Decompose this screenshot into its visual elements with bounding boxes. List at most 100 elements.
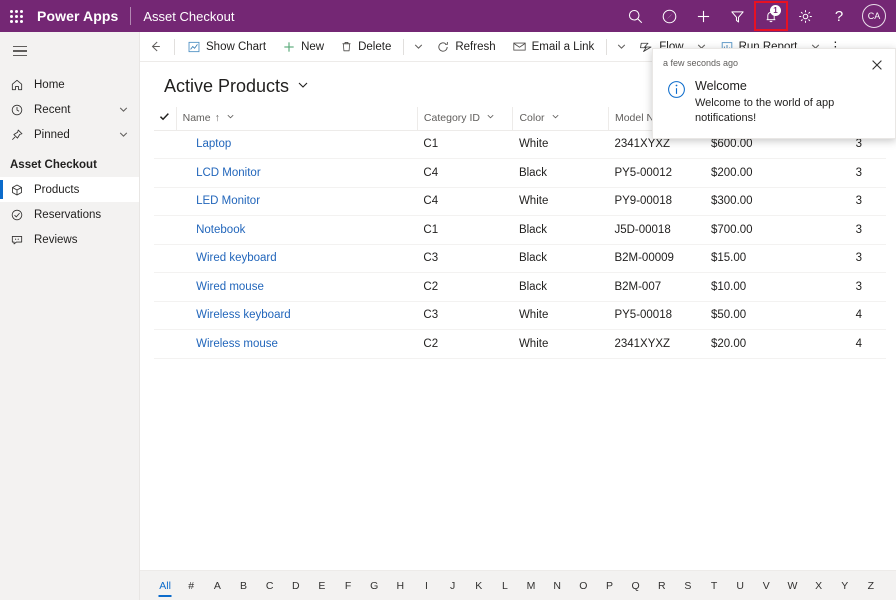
alpha-filter-l[interactable]: L xyxy=(492,578,518,594)
table-row[interactable]: LCD Monitor C4 Black PY5-00012 $200.00 3 xyxy=(154,158,886,188)
table-row[interactable]: LED Monitor C4 White PY9-00018 $300.00 3 xyxy=(154,187,886,216)
column-header-name[interactable]: Name ↑ xyxy=(175,107,418,131)
cell-model: PY9-00018 xyxy=(608,187,709,216)
cell-name[interactable]: LED Monitor xyxy=(176,187,418,216)
command-divider xyxy=(606,38,608,55)
new-button[interactable]: New xyxy=(274,32,332,61)
email-chevron-down-icon[interactable] xyxy=(611,32,631,61)
table-row[interactable]: Wireless mouse C2 White 2341XYXZ $20.00 4 xyxy=(154,329,886,359)
cell-name[interactable]: Wireless mouse xyxy=(176,329,418,359)
alpha-filter-i[interactable]: I xyxy=(413,578,439,594)
alpha-filter-r[interactable]: R xyxy=(649,578,675,594)
row-checkbox[interactable] xyxy=(154,215,177,245)
email-a-link-button[interactable]: Email a Link xyxy=(504,32,603,61)
column-header-category-id[interactable]: Category ID xyxy=(416,107,513,131)
alpha-filter-j[interactable]: J xyxy=(440,578,466,594)
search-icon[interactable] xyxy=(618,0,652,32)
record-link[interactable]: Wired keyboard xyxy=(196,252,277,264)
record-link[interactable]: LCD Monitor xyxy=(196,167,261,179)
row-checkbox[interactable] xyxy=(154,272,177,302)
cell-name[interactable]: LCD Monitor xyxy=(176,158,418,188)
alpha-filter-f[interactable]: F xyxy=(335,578,361,594)
chevron-down-icon[interactable] xyxy=(118,104,129,115)
alpha-filter-u[interactable]: U xyxy=(727,578,753,594)
record-link[interactable]: LED Monitor xyxy=(196,195,260,207)
cell-name[interactable]: Wired keyboard xyxy=(176,244,418,273)
record-link[interactable]: Wireless keyboard xyxy=(196,309,291,321)
alpha-filter-hash[interactable]: # xyxy=(178,578,204,594)
alpha-filter-k[interactable]: K xyxy=(466,578,492,594)
chevron-down-icon[interactable] xyxy=(226,112,235,124)
alpha-filter-t[interactable]: T xyxy=(701,578,727,594)
alpha-filter-y[interactable]: Y xyxy=(832,578,858,594)
record-link[interactable]: Laptop xyxy=(196,138,231,150)
cell-name[interactable]: Wired mouse xyxy=(176,272,418,302)
table-row[interactable]: Wired keyboard C3 Black B2M-00009 $15.00 3 xyxy=(154,244,886,273)
table-row[interactable]: Wireless keyboard C3 White PY5-00018 $50.00 4 xyxy=(154,301,886,330)
alpha-filter-x[interactable]: X xyxy=(806,578,832,594)
plus-icon[interactable] xyxy=(686,0,720,32)
sidebar-item-pinned[interactable]: Pinned xyxy=(0,122,139,147)
delete-chevron-down-icon[interactable] xyxy=(408,32,428,61)
alpha-filter-a[interactable]: A xyxy=(204,578,230,594)
refresh-button[interactable]: Refresh xyxy=(428,32,503,61)
sidebar: Home Recent Pinned Asset Checkout Produc… xyxy=(0,32,140,600)
cell-name[interactable]: Notebook xyxy=(176,215,418,245)
filter-icon[interactable] xyxy=(720,0,754,32)
alpha-filter-d[interactable]: D xyxy=(283,578,309,594)
row-checkbox[interactable] xyxy=(154,301,177,330)
chevron-down-icon[interactable] xyxy=(297,78,309,96)
notifications-bell-icon[interactable]: 1 xyxy=(754,1,788,31)
cell-name[interactable]: Laptop xyxy=(176,130,418,159)
chevron-down-icon[interactable] xyxy=(486,112,495,124)
alpha-filter-c[interactable]: C xyxy=(257,578,283,594)
gear-icon[interactable] xyxy=(788,0,822,32)
close-icon[interactable] xyxy=(869,57,885,73)
alpha-filter-p[interactable]: P xyxy=(596,578,622,594)
row-checkbox[interactable] xyxy=(154,187,177,216)
box-icon xyxy=(10,183,30,197)
cell-name[interactable]: Wireless keyboard xyxy=(176,301,418,330)
table-row[interactable]: Notebook C1 Black J5D-00018 $700.00 3 xyxy=(154,215,886,245)
sidebar-item-products[interactable]: Products xyxy=(0,177,139,202)
delete-button[interactable]: Delete xyxy=(332,32,399,61)
sidebar-item-reviews[interactable]: Reviews xyxy=(0,227,139,252)
record-link[interactable]: Notebook xyxy=(196,224,245,236)
alpha-filter-g[interactable]: G xyxy=(361,578,387,594)
record-link[interactable]: Wireless mouse xyxy=(196,338,278,350)
row-checkbox[interactable] xyxy=(154,158,177,188)
back-arrow-icon[interactable] xyxy=(140,32,170,61)
row-checkbox[interactable] xyxy=(154,244,177,273)
sidebar-item-reservations[interactable]: Reservations xyxy=(0,202,139,227)
sidebar-collapse-icon[interactable] xyxy=(0,36,40,66)
alpha-filter-m[interactable]: M xyxy=(518,578,544,594)
sidebar-item-recent[interactable]: Recent xyxy=(0,97,139,122)
help-icon[interactable]: ? xyxy=(822,0,856,32)
alpha-filter-q[interactable]: Q xyxy=(623,578,649,594)
show-chart-button[interactable]: Show Chart xyxy=(179,32,274,61)
table-row[interactable]: Wired mouse C2 Black B2M-007 $10.00 3 xyxy=(154,272,886,302)
alpha-filter-e[interactable]: E xyxy=(309,578,335,594)
alpha-filter-all[interactable]: All xyxy=(152,578,178,594)
column-header-color[interactable]: Color xyxy=(512,107,609,131)
sidebar-item-home[interactable]: Home xyxy=(0,72,139,97)
row-checkbox[interactable] xyxy=(154,329,177,359)
waffle-menu-icon[interactable] xyxy=(0,0,32,32)
record-link[interactable]: Wired mouse xyxy=(196,281,264,293)
avatar[interactable]: CA xyxy=(862,4,886,28)
alpha-filter-b[interactable]: B xyxy=(230,578,256,594)
alpha-filter-w[interactable]: W xyxy=(779,578,805,594)
row-checkbox[interactable] xyxy=(154,130,177,159)
alpha-filter-v[interactable]: V xyxy=(753,578,779,594)
chevron-down-icon[interactable] xyxy=(118,129,129,140)
select-all-checkbox[interactable] xyxy=(154,107,177,131)
brand-label[interactable]: Power Apps xyxy=(37,8,118,24)
alpha-filter-s[interactable]: S xyxy=(675,578,701,594)
alpha-filter-n[interactable]: N xyxy=(544,578,570,594)
chevron-down-icon[interactable] xyxy=(551,112,560,124)
alpha-filter-o[interactable]: O xyxy=(570,578,596,594)
alpha-filter-z[interactable]: Z xyxy=(858,578,884,594)
assistant-icon[interactable] xyxy=(652,0,686,32)
app-name-label[interactable]: Asset Checkout xyxy=(143,9,234,24)
alpha-filter-h[interactable]: H xyxy=(387,578,413,594)
